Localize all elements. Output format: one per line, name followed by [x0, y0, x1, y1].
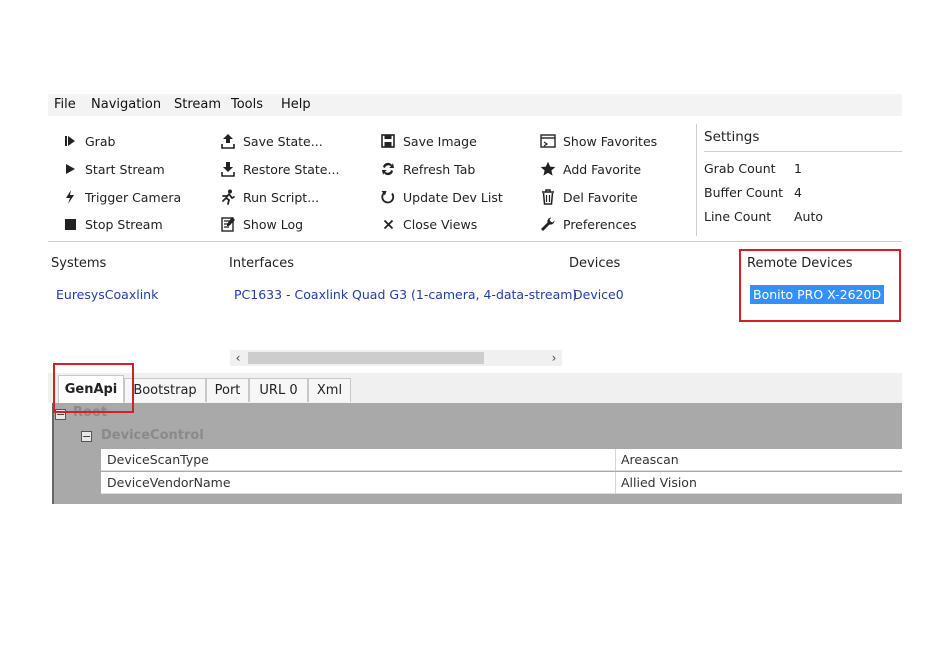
remote-devices-highlight-box [739, 249, 901, 322]
collapse-devicecontrol-icon[interactable]: − [81, 431, 92, 442]
show-favorites-button[interactable]: Show Favorites [540, 131, 657, 151]
system-item[interactable]: EuresysCoaxlink [56, 287, 158, 302]
settings-separator [696, 124, 697, 236]
settings-divider [704, 151, 902, 152]
tab-url0[interactable]: URL 0 [249, 378, 308, 402]
log-icon [220, 216, 236, 232]
tab-port[interactable]: Port [206, 378, 249, 402]
menu-bar: File Navigation Stream Tools Help [48, 94, 902, 116]
property-name: DeviceVendorName [107, 475, 231, 490]
property-name: DeviceScanType [107, 452, 209, 467]
wrench-icon [540, 216, 556, 232]
stop-icon [62, 216, 78, 232]
trash-icon [540, 189, 556, 205]
tree-node-root[interactable]: − Root [53, 403, 902, 426]
restore-state-button[interactable]: Restore State... [220, 159, 339, 179]
refresh-tab-button[interactable]: Refresh Tab [380, 159, 475, 179]
line-count-label: Line Count [704, 209, 772, 224]
property-divider [615, 449, 616, 471]
menu-navigation[interactable]: Navigation [91, 97, 161, 112]
menu-help[interactable]: Help [281, 97, 311, 112]
start-stream-button[interactable]: Start Stream [62, 159, 165, 179]
toolbar-divider [48, 241, 902, 242]
horizontal-scrollbar[interactable]: ‹ › [230, 350, 562, 366]
interfaces-header: Interfaces [229, 256, 294, 271]
property-value[interactable]: Allied Vision [621, 475, 697, 490]
genapi-tab-highlight-box [53, 363, 134, 413]
star-icon [540, 161, 556, 177]
grab-icon [62, 133, 78, 149]
lightning-icon [62, 189, 78, 205]
scroll-right-icon[interactable]: › [546, 350, 562, 366]
trigger-camera-button[interactable]: Trigger Camera [62, 187, 181, 207]
close-views-button[interactable]: Close Views [380, 214, 477, 234]
scrollbar-thumb[interactable] [248, 352, 484, 364]
line-count-value[interactable]: Auto [794, 209, 823, 224]
menu-stream[interactable]: Stream [174, 97, 221, 112]
grab-count-label: Grab Count [704, 161, 776, 176]
menu-file[interactable]: File [54, 97, 76, 112]
property-value[interactable]: Areascan [621, 452, 679, 467]
tab-bootstrap[interactable]: Bootstrap [124, 378, 206, 402]
save-state-button[interactable]: Save State... [220, 131, 323, 151]
devices-header: Devices [569, 256, 621, 271]
run-script-button[interactable]: Run Script... [220, 187, 319, 207]
settings-title: Settings [704, 129, 760, 145]
update-icon [380, 189, 396, 205]
interface-item[interactable]: PC1633 - Coaxlink Quad G3 (1-camera, 4-d… [234, 287, 577, 302]
tree-left-border [52, 403, 54, 504]
floppy-icon [380, 133, 396, 149]
favorites-window-icon [540, 133, 556, 149]
buffer-count-value[interactable]: 4 [794, 185, 802, 200]
run-icon [220, 189, 236, 205]
device-item[interactable]: Device0 [573, 287, 624, 302]
del-favorite-button[interactable]: Del Favorite [540, 187, 638, 207]
upload-icon [220, 133, 236, 149]
property-divider [615, 472, 616, 494]
save-image-button[interactable]: Save Image [380, 131, 477, 151]
add-favorite-button[interactable]: Add Favorite [540, 159, 641, 179]
menu-tools[interactable]: Tools [231, 97, 263, 112]
show-log-button[interactable]: Show Log [220, 214, 303, 234]
grab-button[interactable]: Grab [62, 131, 115, 151]
play-icon [62, 161, 78, 177]
property-row-devicescantype[interactable]: DeviceScanType Areascan [101, 449, 902, 471]
genapi-tree: − Root − DeviceControl DeviceScanType Ar… [53, 403, 902, 504]
preferences-button[interactable]: Preferences [540, 214, 637, 234]
close-icon [380, 216, 396, 232]
tree-node-devicecontrol[interactable]: − DeviceControl [53, 425, 902, 448]
property-row-devicevendorname[interactable]: DeviceVendorName Allied Vision [101, 472, 902, 494]
stop-stream-button[interactable]: Stop Stream [62, 214, 163, 234]
refresh-icon [380, 161, 396, 177]
buffer-count-label: Buffer Count [704, 185, 784, 200]
systems-header: Systems [51, 256, 107, 271]
grab-count-value[interactable]: 1 [794, 161, 802, 176]
tab-xml[interactable]: Xml [308, 378, 351, 402]
scroll-left-icon[interactable]: ‹ [230, 350, 246, 366]
update-dev-list-button[interactable]: Update Dev List [380, 187, 503, 207]
download-icon [220, 161, 236, 177]
